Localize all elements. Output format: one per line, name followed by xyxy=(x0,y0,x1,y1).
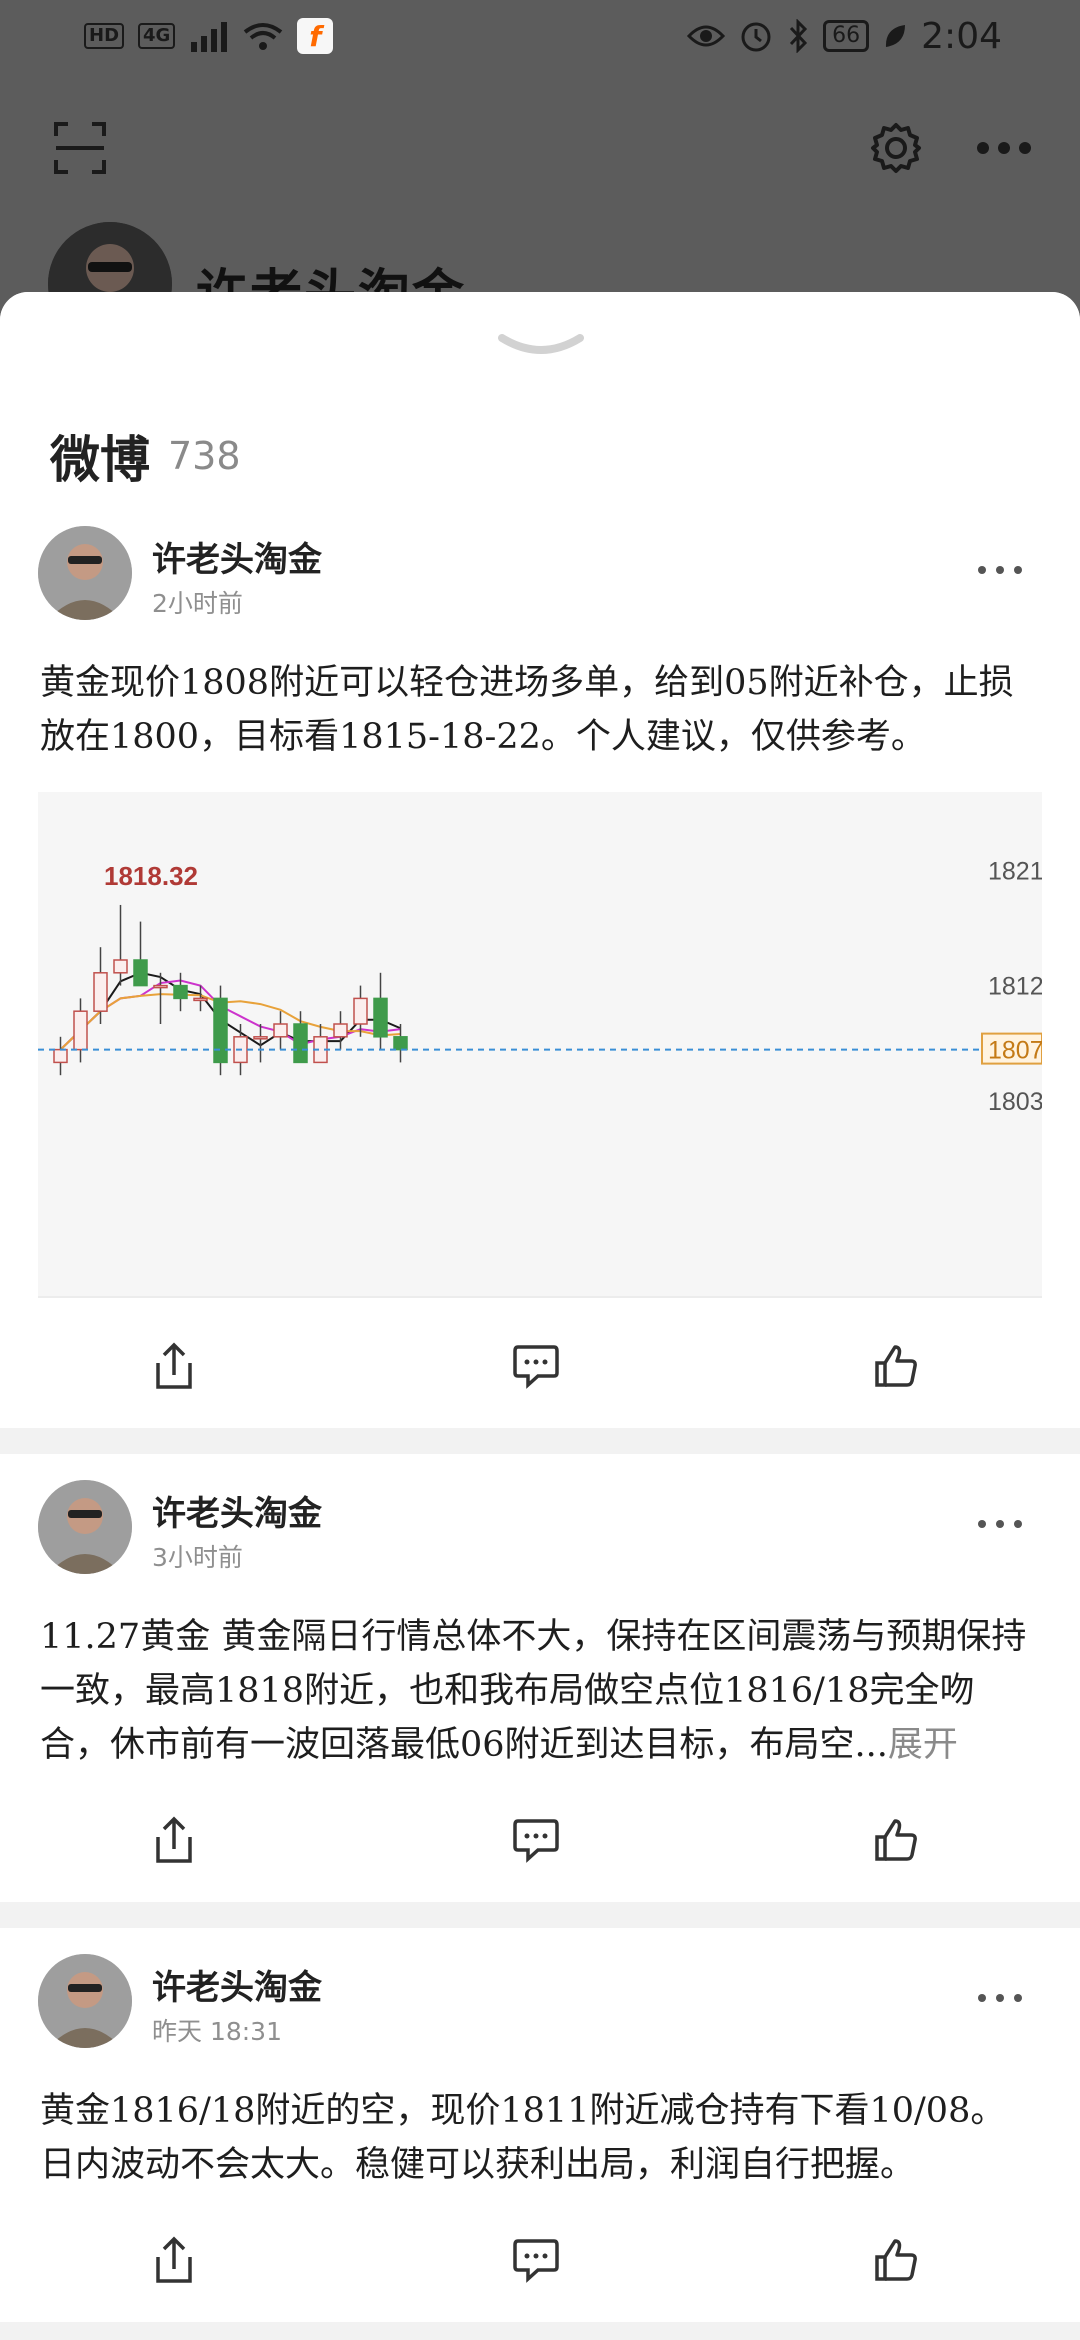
share-button[interactable] xyxy=(148,1340,200,1392)
chevron-down-icon xyxy=(498,334,584,354)
thumbs-up-icon xyxy=(875,1345,917,1387)
share-icon xyxy=(156,2236,192,2283)
alarm-icon xyxy=(741,22,771,52)
avatar-image xyxy=(38,1954,132,2048)
candle-body xyxy=(193,997,208,1002)
battery-indicator: 66 xyxy=(823,20,870,52)
candle-body xyxy=(173,984,188,1000)
eye-icon xyxy=(687,25,726,47)
thumbs-up-icon xyxy=(875,1819,917,1861)
author-avatar[interactable] xyxy=(38,1954,132,2048)
candle-body xyxy=(253,1036,268,1040)
post-time: 2小时前 xyxy=(152,589,243,618)
post-time: 3小时前 xyxy=(152,1543,243,1572)
comment-button[interactable] xyxy=(510,1814,562,1866)
candle-body xyxy=(93,972,108,1012)
kline-chart[interactable]: 1818.32 1821 1812 1807 1803 xyxy=(38,792,1042,1298)
post-actions xyxy=(0,2192,1080,2322)
candle-body xyxy=(133,959,148,987)
price-tag: 1803 xyxy=(988,1088,1042,1116)
scan-button[interactable] xyxy=(42,110,118,186)
bluetooth-icon xyxy=(790,19,808,53)
candle-body xyxy=(113,959,128,974)
candle-body xyxy=(53,1048,68,1064)
status-bar: HD 4G f 66 2:04 xyxy=(0,14,1080,58)
kline-svg: 1818.32 1821 1812 1807 1803 xyxy=(38,857,1042,1116)
comment-icon xyxy=(513,1345,559,1389)
post-text: 黄金现价1808附近可以轻仓进场多单，给到05附近补仓，止损放在1800，目标看… xyxy=(40,663,1014,757)
sheet-title: 微博 xyxy=(50,431,150,489)
wifi-icon xyxy=(244,23,283,50)
avatar-image xyxy=(38,526,132,620)
candle-body xyxy=(213,997,228,1064)
network-badge: 4G xyxy=(138,23,176,49)
high-price-label: 1818.32 xyxy=(104,861,198,891)
post-text: 黄金1816/18附近的空，现价1811附近减仓持有下看10/08。日内波动不会… xyxy=(40,2091,1006,2185)
share-icon xyxy=(156,1342,192,1389)
candle-body xyxy=(333,1023,348,1038)
collapse-handle[interactable] xyxy=(498,332,584,366)
settings-button[interactable] xyxy=(858,110,934,186)
post-actions xyxy=(0,1772,1080,1902)
post-text-body: 11.27黄金 黄金隔日行情总体不大，保持在区间震荡与预期保持一致，最高1818… xyxy=(40,1617,1027,1765)
author-name[interactable]: 许老头淘金 xyxy=(152,1486,322,1535)
sheet-header: 微博 738 xyxy=(0,292,1080,526)
comment-icon xyxy=(513,2239,559,2283)
ma-line-2 xyxy=(59,979,401,1051)
post-more-button[interactable] xyxy=(978,558,1022,582)
ma-line-3 xyxy=(59,993,401,1051)
candle-body xyxy=(353,997,368,1025)
author-name[interactable]: 许老头淘金 xyxy=(152,1960,322,2009)
price-tag: 1807 xyxy=(988,1037,1042,1065)
comment-button[interactable] xyxy=(510,1340,562,1392)
signal-icon xyxy=(191,22,228,52)
post-more-button[interactable] xyxy=(978,1986,1022,2010)
leaf-icon xyxy=(886,25,906,47)
author-avatar[interactable] xyxy=(38,526,132,620)
candle-body xyxy=(273,1023,288,1038)
candle-body xyxy=(373,997,388,1038)
post-count: 738 xyxy=(168,434,241,478)
like-button[interactable] xyxy=(870,1340,922,1392)
more-icon xyxy=(977,142,1031,154)
candle-body xyxy=(73,1010,88,1051)
weibo-sheet: 微博 738 许老头淘金 2小时前 黄金现价1808附近可以轻仓进场多单，给到0… xyxy=(0,292,1080,2340)
like-button[interactable] xyxy=(870,1814,922,1866)
candle-body xyxy=(293,1023,308,1064)
share-icon xyxy=(156,1816,192,1863)
post-time: 昨天 18:31 xyxy=(152,2017,282,2046)
share-button[interactable] xyxy=(148,2234,200,2286)
post-card: 许老头淘金 3小时前 11.27黄金 黄金隔日行情总体不大，保持在区间震荡与预期… xyxy=(0,1454,1080,1902)
gear-icon xyxy=(871,123,921,173)
post-actions xyxy=(0,1298,1080,1428)
avatar-image xyxy=(38,1480,132,1574)
author-name[interactable]: 许老头淘金 xyxy=(152,532,322,581)
candle-body xyxy=(393,1036,408,1051)
price-tag: 1812 xyxy=(988,973,1042,1001)
hd-badge: HD xyxy=(84,23,125,49)
like-button[interactable] xyxy=(870,2234,922,2286)
thumbs-up-icon xyxy=(875,2239,917,2281)
comment-icon xyxy=(513,1819,559,1863)
candle-body xyxy=(153,984,168,989)
author-avatar[interactable] xyxy=(38,1480,132,1574)
post-text: 11.27黄金 黄金隔日行情总体不大，保持在区间震荡与预期保持一致，最高1818… xyxy=(40,1610,1040,1772)
share-button[interactable] xyxy=(148,1814,200,1866)
post-card: 许老头淘金 2小时前 黄金现价1808附近可以轻仓进场多单，给到05附近补仓，止… xyxy=(0,526,1080,1428)
post-more-button[interactable] xyxy=(978,1512,1022,1536)
scan-icon xyxy=(54,122,106,174)
expand-link[interactable]: 展开 xyxy=(888,1725,958,1765)
app-notification-icon: f xyxy=(297,18,334,54)
post-card: 许老头淘金 昨天 18:31 黄金1816/18附近的空，现价1811附近减仓持… xyxy=(0,1928,1080,2322)
comment-button[interactable] xyxy=(510,2234,562,2286)
clock: 2:04 xyxy=(921,15,1002,57)
more-options-button[interactable] xyxy=(966,110,1042,186)
price-tag: 1821 xyxy=(988,857,1042,885)
